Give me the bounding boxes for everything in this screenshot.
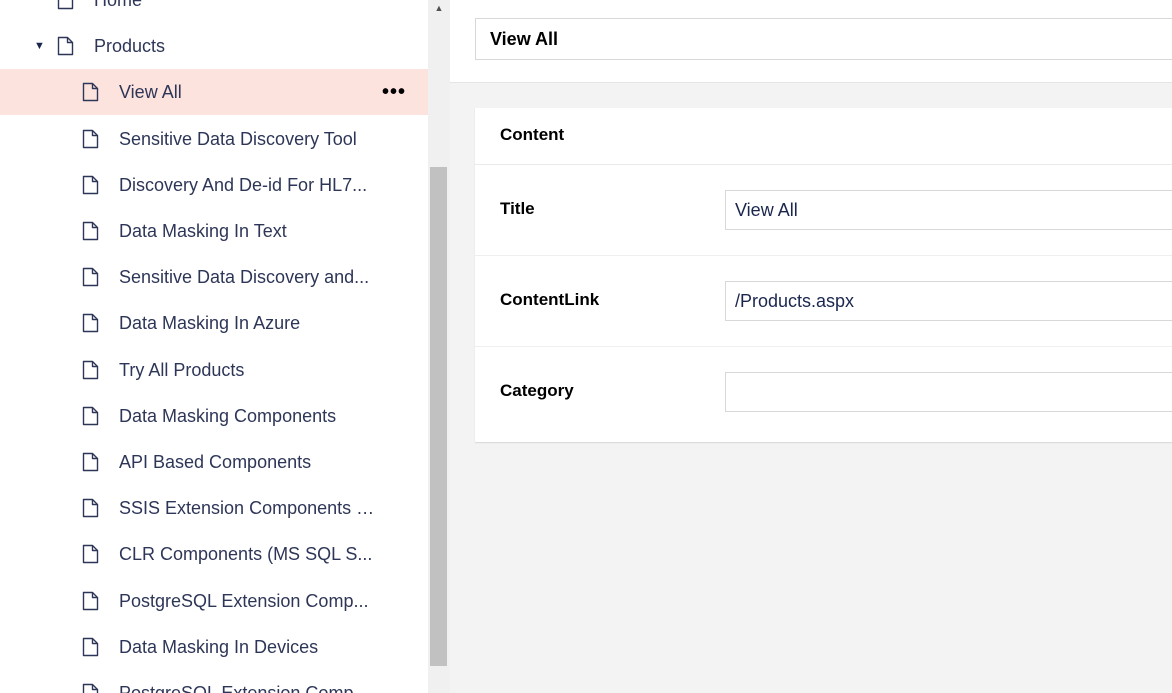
document-icon: [82, 498, 99, 518]
tree-item[interactable]: Data Masking In Devices: [0, 624, 428, 670]
tree-item-label: PostgreSQL Extension Comp...: [119, 683, 369, 693]
document-icon: [82, 221, 99, 241]
document-icon: [82, 637, 99, 657]
tree-item[interactable]: View All •••: [0, 69, 428, 116]
tree-item-label: SSIS Extension Components (...: [119, 498, 375, 519]
tree-item[interactable]: API Based Components: [0, 439, 428, 485]
tree-item[interactable]: PostgreSQL Extension Comp...: [0, 670, 428, 693]
caret-down-icon[interactable]: ▼: [34, 40, 45, 52]
tree-item[interactable]: Sensitive Data Discovery Tool: [0, 116, 428, 162]
contentlink-input[interactable]: /Products.aspx: [725, 281, 1172, 321]
tree-item-label: View All: [119, 82, 182, 103]
tree-item[interactable]: Home: [0, 0, 428, 23]
more-actions-icon[interactable]: •••: [382, 82, 406, 102]
scrollbar-thumb[interactable]: [430, 167, 447, 666]
document-icon: [82, 313, 99, 333]
property-label: Category: [500, 381, 574, 400]
tree-item-label: Data Masking In Azure: [119, 313, 301, 334]
tree-item-label: Data Masking Components: [119, 405, 337, 426]
document-icon: [57, 36, 74, 56]
tree-item-label: Discovery And De-id For HL7...: [119, 174, 368, 195]
title-input[interactable]: View All: [725, 190, 1172, 230]
property-label: ContentLink: [500, 290, 600, 309]
tree-item-label: CLR Components (MS SQL S...: [119, 544, 373, 565]
tree-item[interactable]: SSIS Extension Components (...: [0, 485, 428, 531]
tree-item-label: Sensitive Data Discovery and...: [119, 267, 370, 288]
document-icon: [82, 82, 99, 102]
document-icon: [82, 175, 99, 195]
document-icon: [57, 0, 74, 10]
tree-item-label: Products: [94, 36, 166, 57]
editor-panel: View All Content Title View All ContentL…: [450, 0, 1172, 693]
tree-item-label: Try All Products: [119, 359, 245, 380]
content-group: Content Title View All ContentLink /Prod…: [475, 108, 1172, 442]
category-input[interactable]: [725, 372, 1172, 412]
tree-item[interactable]: Data Masking In Text: [0, 208, 428, 254]
property-row-category: Category: [475, 347, 1172, 438]
document-icon: [82, 267, 99, 287]
document-icon: [82, 360, 99, 380]
tree-item-label: Data Masking In Devices: [119, 636, 319, 657]
document-icon: [82, 129, 99, 149]
document-icon: [82, 406, 99, 426]
property-label: Title: [500, 199, 535, 218]
property-row-title: Title View All: [475, 165, 1172, 256]
tree-item-label: Home: [94, 0, 143, 10]
tree-item-label: Data Masking In Text: [119, 221, 287, 241]
tree-item[interactable]: Discovery And De-id For HL7...: [0, 162, 428, 208]
content-group-title: Content: [500, 125, 565, 144]
tree-item[interactable]: PostgreSQL Extension Comp...: [0, 578, 428, 624]
tree-item[interactable]: Data Masking In Azure: [0, 300, 428, 346]
document-icon: [82, 591, 99, 611]
tree-item-label: PostgreSQL Extension Comp...: [119, 590, 369, 611]
node-name-input[interactable]: View All: [475, 18, 1172, 60]
document-icon: [82, 544, 99, 564]
content-group-header: Content: [475, 108, 1172, 165]
tree-item-label: Sensitive Data Discovery Tool: [119, 128, 357, 149]
document-icon: [82, 683, 99, 693]
tree-item[interactable]: Try All Products: [0, 347, 428, 393]
editor-header: View All: [450, 0, 1172, 83]
property-row-contentlink: ContentLink /Products.aspx: [475, 256, 1172, 347]
tree-item[interactable]: Sensitive Data Discovery and...: [0, 254, 428, 300]
document-icon: [82, 452, 99, 472]
tree-scrollbar[interactable]: ▲: [428, 0, 450, 693]
scroll-up-arrow-icon[interactable]: ▲: [428, 0, 450, 17]
tree-item[interactable]: ▼ Products: [0, 23, 428, 69]
content-tree: Home ▼ Products View All ••• Sensitive Data D…: [0, 0, 428, 693]
tree-item[interactable]: Data Masking Components: [0, 393, 428, 439]
app-root: Home ▼ Products View All ••• Sensitive Data D…: [0, 0, 1172, 693]
tree-item-label: API Based Components: [119, 452, 312, 472]
tree-item[interactable]: CLR Components (MS SQL S...: [0, 531, 428, 577]
